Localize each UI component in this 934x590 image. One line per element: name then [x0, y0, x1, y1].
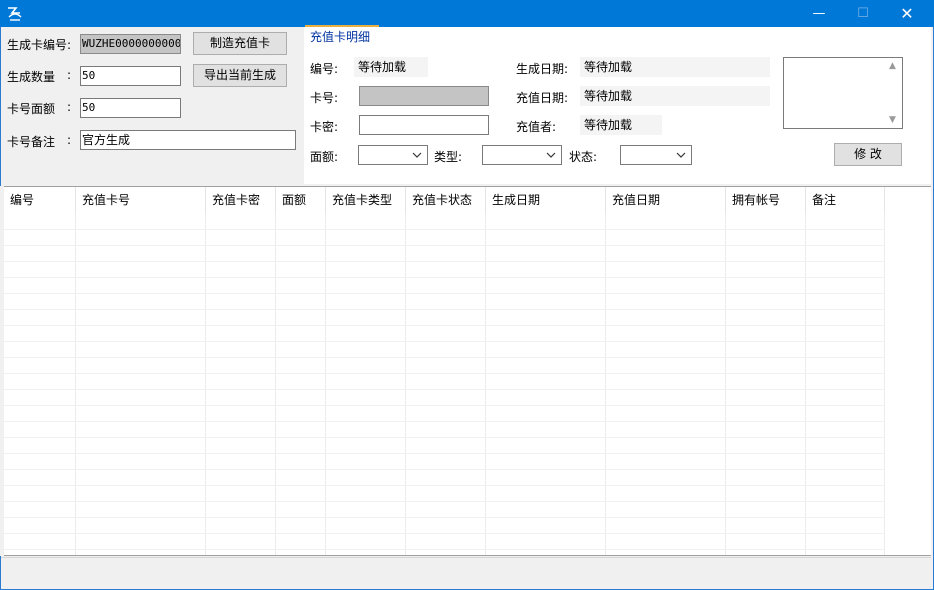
table-row — [4, 533, 885, 534]
face-label: 面额: — [310, 150, 339, 164]
password-label: 卡密: — [310, 120, 339, 134]
column-header[interactable]: 备注 — [806, 187, 885, 213]
modify-button[interactable]: 修 改 — [834, 143, 902, 166]
create-card-button[interactable]: 制造充值卡 — [193, 32, 287, 55]
generate-panel: 生成卡编号: WUZHE0000000000 生成数量 : 50 卡号面额 : … — [3, 27, 301, 184]
column-header[interactable]: 充值卡类型 — [326, 187, 406, 213]
table-row — [4, 277, 885, 278]
grid-line — [205, 213, 206, 555]
grid-line — [325, 213, 326, 555]
table-row — [4, 421, 885, 422]
close-button[interactable]: ✕ — [884, 0, 930, 27]
table-row — [4, 357, 885, 358]
table-row — [4, 501, 885, 502]
chevron-down-icon — [546, 152, 556, 158]
grid-line — [605, 213, 606, 555]
gen-date-label: 生成日期: — [516, 62, 569, 76]
face-value-colon: : — [67, 100, 72, 114]
grid-line — [884, 213, 885, 555]
id-label: 编号: — [310, 62, 339, 76]
card-label: 卡号: — [310, 91, 339, 105]
column-header[interactable]: 充值日期 — [606, 187, 726, 213]
title-bar: — ☐ ✕ — [0, 0, 934, 27]
charger-value: 等待加载 — [580, 115, 662, 135]
minimize-button[interactable]: — — [796, 0, 842, 27]
grid-line — [805, 213, 806, 555]
column-header[interactable]: 编号 — [4, 187, 76, 213]
table-row — [4, 245, 885, 246]
charge-date-label: 充值日期: — [516, 91, 569, 105]
table-row — [4, 373, 885, 374]
chevron-down-icon — [412, 152, 422, 158]
table-row — [4, 341, 885, 342]
scroll-up-icon[interactable]: ▲ — [889, 61, 896, 71]
table-row — [4, 389, 885, 390]
type-select[interactable] — [482, 145, 562, 165]
id-value: 等待加载 — [354, 57, 428, 77]
status-select[interactable] — [620, 145, 692, 165]
table-header: 编号 充值卡号 充值卡密 面额 充值卡类型 充值卡状态 生成日期 充值日期 拥有… — [4, 187, 931, 213]
table-row — [4, 325, 885, 326]
note-label: 卡号备注 — [7, 135, 56, 149]
password-field[interactable] — [359, 115, 489, 135]
app-logo-icon — [6, 5, 24, 22]
face-value-field[interactable]: 50 — [80, 98, 181, 118]
vertical-scrollbar[interactable]: ▲ ▼ — [886, 58, 902, 128]
charger-label: 充值者: — [516, 120, 557, 134]
grid-line — [405, 213, 406, 555]
card-no-field[interactable]: WUZHE0000000000 — [80, 34, 181, 54]
table-row — [4, 549, 885, 550]
note-textarea[interactable]: ▲ ▼ — [783, 57, 903, 129]
grid-line — [725, 213, 726, 555]
maximize-button[interactable]: ☐ — [840, 0, 886, 27]
note-field[interactable]: 官方生成 — [80, 130, 296, 150]
table-row — [4, 485, 885, 486]
table-row — [4, 229, 885, 230]
table-row — [4, 293, 885, 294]
face-value-label: 卡号面额 — [7, 102, 56, 116]
table-row — [4, 437, 885, 438]
table-row — [4, 453, 885, 454]
column-header[interactable]: 充值卡状态 — [406, 187, 486, 213]
column-header[interactable]: 充值卡号 — [76, 187, 206, 213]
type-label: 类型: — [434, 150, 463, 164]
chevron-down-icon — [676, 152, 686, 158]
tab-card-detail[interactable]: 充值卡明细 — [305, 25, 379, 47]
grid-line — [485, 213, 486, 555]
cards-table[interactable]: 编号 充值卡号 充值卡密 面额 充值卡类型 充值卡状态 生成日期 充值日期 拥有… — [4, 186, 931, 556]
column-header[interactable]: 面额 — [276, 187, 326, 213]
quantity-field[interactable]: 50 — [80, 66, 181, 86]
quantity-label: 生成数量 — [7, 70, 56, 84]
status-bar — [1, 557, 931, 588]
card-no-label: 生成卡编号: — [7, 38, 72, 52]
export-button[interactable]: 导出当前生成 — [193, 64, 287, 87]
table-row — [4, 405, 885, 406]
gen-date-value: 等待加载 — [580, 57, 770, 77]
table-row — [4, 309, 885, 310]
table-row — [4, 261, 885, 262]
grid-line — [275, 213, 276, 555]
note-colon: : — [67, 133, 72, 147]
face-select[interactable] — [358, 145, 428, 165]
quantity-colon: : — [67, 68, 72, 82]
column-header[interactable]: 拥有帐号 — [726, 187, 806, 213]
column-header[interactable]: 生成日期 — [486, 187, 606, 213]
status-label: 状态: — [569, 150, 598, 164]
column-header[interactable]: 充值卡密 — [206, 187, 276, 213]
table-row — [4, 517, 885, 518]
table-row — [4, 469, 885, 470]
charge-date-value: 等待加载 — [580, 86, 770, 106]
grid-line — [75, 213, 76, 555]
scroll-down-icon[interactable]: ▼ — [889, 115, 896, 125]
card-number-field[interactable] — [359, 86, 489, 106]
card-detail-panel: 充值卡明细 编号: 等待加载 卡号: 卡密: 面额: 类型: 状态: 生成日期:… — [304, 25, 931, 184]
